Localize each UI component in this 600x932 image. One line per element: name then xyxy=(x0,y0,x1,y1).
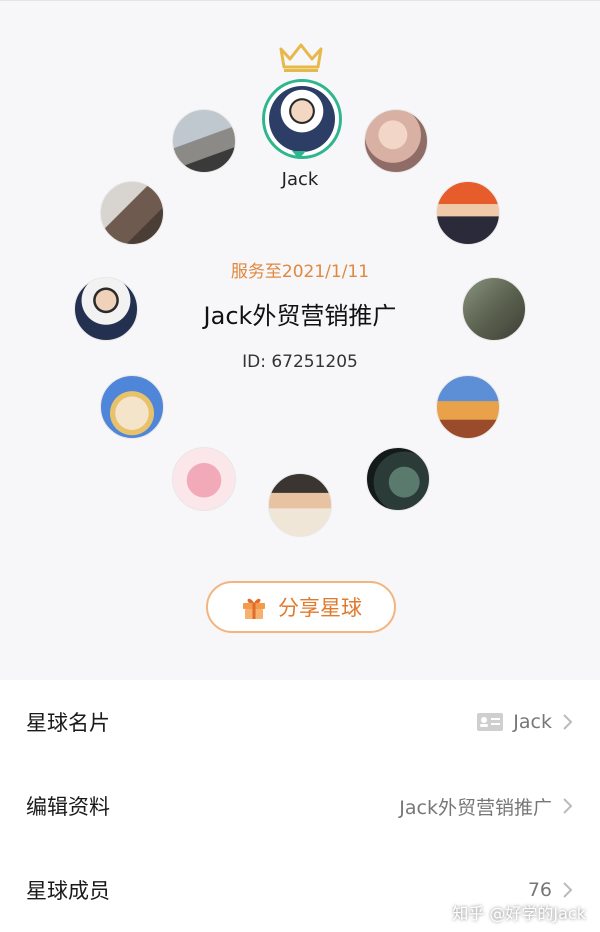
row-label: 编辑资料 xyxy=(26,795,110,819)
row-value: 76 xyxy=(527,879,552,901)
row-value: Jack外贸营销推广 xyxy=(399,796,552,819)
member-avatar-8[interactable] xyxy=(100,375,164,439)
chevron-right-icon xyxy=(563,882,573,898)
row-label: 星球名片 xyxy=(26,711,110,735)
edit-profile-row[interactable]: 编辑资料 Jack外贸营销推广 xyxy=(0,764,600,848)
member-avatar-4[interactable] xyxy=(436,375,500,439)
row-value: Jack xyxy=(513,711,552,733)
planet-id: ID: 67251205 xyxy=(242,352,358,372)
chevron-right-icon xyxy=(563,714,573,730)
member-avatar-10[interactable] xyxy=(100,181,164,245)
planet-card-row[interactable]: 星球名片 Jack xyxy=(0,680,600,764)
share-planet-button[interactable]: 分享星球 xyxy=(206,581,396,633)
share-planet-label: 分享星球 xyxy=(278,596,362,620)
member-avatar-7[interactable] xyxy=(172,447,236,511)
member-avatar-11[interactable] xyxy=(172,109,236,173)
owner-name: Jack xyxy=(281,169,319,190)
chevron-right-icon xyxy=(563,798,573,814)
member-avatar-1[interactable] xyxy=(364,109,428,173)
member-avatar-2[interactable] xyxy=(436,181,500,245)
service-expire-date: 服务至2021/1/11 xyxy=(230,262,370,282)
id-card-icon xyxy=(477,713,504,731)
gift-icon xyxy=(243,598,265,619)
owner-pin-icon xyxy=(292,151,306,159)
crown-icon xyxy=(279,43,323,72)
watermark: 知乎 @好学的Jack xyxy=(452,904,586,923)
planet-card: Jack 服务至2021/1/11 Jack外贸营销推广 ID: 6725120… xyxy=(0,0,600,681)
owner-avatar[interactable] xyxy=(262,79,342,159)
member-avatar-5[interactable] xyxy=(366,447,430,511)
member-avatar-6[interactable] xyxy=(268,473,332,537)
planet-title: Jack外贸营销推广 xyxy=(203,302,397,330)
